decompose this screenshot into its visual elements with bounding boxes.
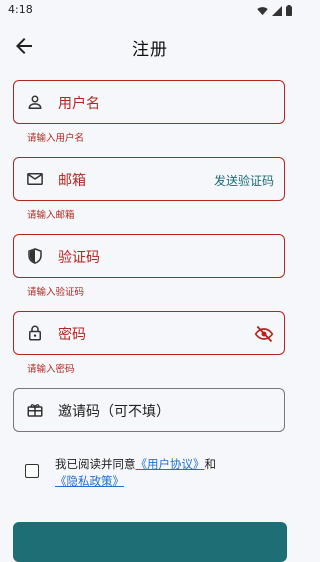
gift-icon: [27, 404, 43, 417]
email-field[interactable]: 邮箱 发送验证码: [13, 157, 285, 201]
password-error: 请输入密码: [27, 364, 75, 375]
verification-code-field[interactable]: 验证码: [13, 234, 285, 278]
wifi-icon: [257, 6, 268, 15]
shield-icon: [28, 248, 42, 264]
invite-code-label: 邀请码（可不填）: [58, 404, 170, 420]
mail-icon: [27, 173, 43, 185]
agreement-prefix: 我已阅读并同意: [55, 457, 136, 471]
register-button[interactable]: [13, 522, 287, 562]
battery-icon: [286, 5, 292, 16]
status-time: 4:18: [8, 3, 33, 16]
user-agreement-link[interactable]: 《用户协议》: [136, 457, 205, 471]
username-error: 请输入用户名: [27, 133, 85, 144]
agreement-text: 我已阅读并同意《用户协议》和 《隐私政策》: [55, 456, 275, 490]
password-label: 密码: [58, 327, 86, 343]
agreement-conjunction: 和: [204, 457, 217, 471]
status-bar: 4:18: [0, 0, 300, 22]
invite-code-field[interactable]: 邀请码（可不填）: [13, 388, 285, 432]
agreement-checkbox[interactable]: [25, 464, 39, 478]
password-field[interactable]: 密码: [13, 311, 285, 355]
app-bar: 注册: [0, 26, 300, 66]
email-error: 请输入邮箱: [27, 210, 75, 221]
status-icons: [257, 5, 292, 16]
page-title: 注册: [132, 40, 168, 60]
verification-code-label: 验证码: [58, 250, 100, 266]
send-code-button[interactable]: 发送验证码: [214, 172, 274, 189]
eye-off-icon[interactable]: [254, 324, 274, 344]
lock-icon: [29, 325, 41, 341]
person-icon: [28, 95, 42, 109]
signal-icon: [272, 5, 282, 16]
privacy-policy-link[interactable]: 《隐私政策》: [55, 474, 124, 488]
verification-code-error: 请输入验证码: [27, 287, 85, 298]
email-label: 邮箱: [58, 173, 86, 189]
username-field[interactable]: 用户名: [13, 80, 285, 124]
username-label: 用户名: [58, 96, 100, 112]
